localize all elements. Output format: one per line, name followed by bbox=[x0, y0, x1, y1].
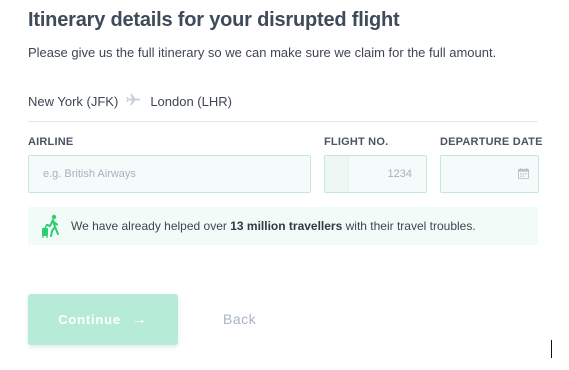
airline-input[interactable] bbox=[29, 156, 310, 192]
text-cursor bbox=[551, 340, 552, 358]
route-summary: New York (JFK) London (LHR) bbox=[28, 93, 232, 109]
calendar-icon[interactable] bbox=[518, 168, 529, 179]
back-button[interactable]: Back bbox=[223, 311, 256, 327]
continue-label: Continue bbox=[58, 312, 121, 327]
route-destination: London (LHR) bbox=[150, 93, 232, 109]
page-subtitle: Please give us the full itinerary so we … bbox=[28, 45, 497, 60]
airline-label: AIRLINE bbox=[28, 136, 74, 148]
departure-date-label: DEPARTURE DATE bbox=[440, 136, 543, 148]
page-title: Itinerary details for your disrupted fli… bbox=[28, 9, 400, 31]
continue-button[interactable]: Continue → bbox=[28, 294, 178, 345]
social-proof-banner: We have already helped over 13 million t… bbox=[28, 207, 538, 245]
banner-text-suffix: with their travel troubles. bbox=[342, 219, 476, 233]
flight-number-prefix bbox=[325, 156, 349, 192]
route-origin: New York (JFK) bbox=[28, 93, 119, 109]
divider bbox=[28, 121, 538, 122]
flight-number-label: FLIGHT NO. bbox=[324, 136, 389, 148]
flight-number-input[interactable] bbox=[348, 156, 426, 192]
banner-text-prefix: We have already helped over bbox=[71, 219, 231, 233]
arrow-right-icon: → bbox=[130, 310, 148, 328]
airline-field-container bbox=[28, 155, 311, 193]
banner-highlight: 13 million travellers bbox=[230, 219, 343, 233]
plane-icon bbox=[126, 93, 141, 109]
departure-date-field[interactable] bbox=[440, 155, 539, 193]
flight-number-field-container bbox=[324, 155, 427, 193]
traveller-with-luggage-icon bbox=[42, 214, 59, 238]
